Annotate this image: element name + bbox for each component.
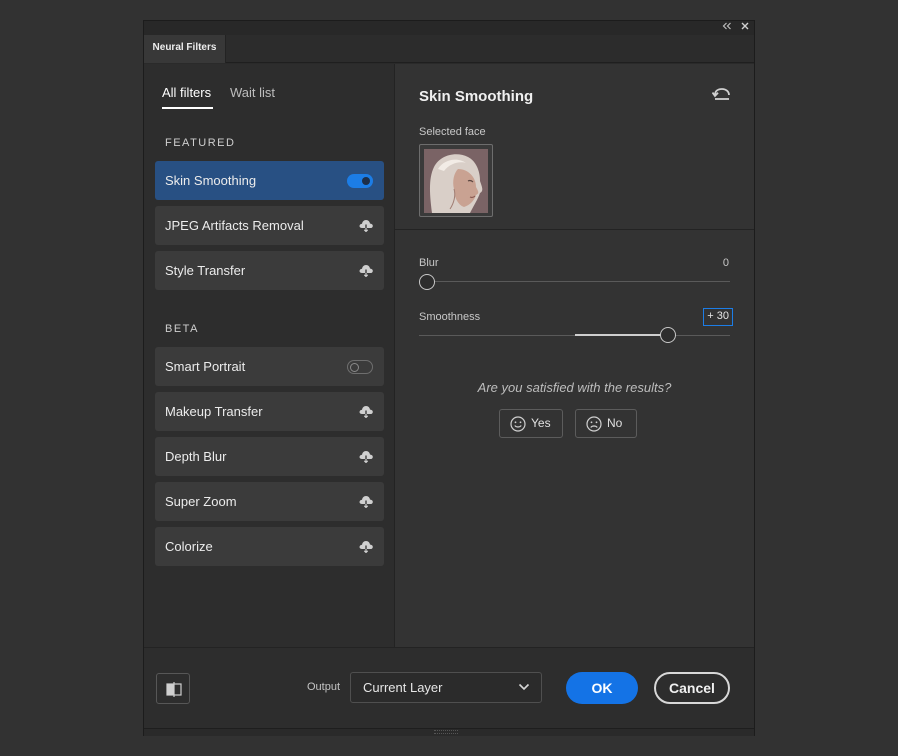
yes-label: Yes bbox=[531, 416, 551, 430]
feedback-question: Are you satisfied with the results? bbox=[477, 380, 672, 395]
skin-smoothing-toggle[interactable] bbox=[347, 174, 373, 188]
panel-tab-bar: Neural Filters bbox=[144, 35, 754, 63]
title-bar bbox=[144, 21, 754, 35]
close-icon[interactable] bbox=[738, 21, 752, 35]
feedback-yes-button[interactable]: Yes bbox=[499, 409, 563, 438]
blur-value[interactable]: 0 bbox=[723, 257, 729, 269]
dialog-footer: Output Current Layer OK Cancel bbox=[144, 647, 754, 728]
cloud-download-icon[interactable] bbox=[358, 539, 374, 553]
selected-face-thumbnail[interactable] bbox=[419, 144, 493, 217]
cloud-download-icon[interactable] bbox=[358, 218, 374, 232]
output-select[interactable]: Current Layer bbox=[350, 672, 542, 703]
cloud-download-icon[interactable] bbox=[358, 404, 374, 418]
output-label: Output bbox=[307, 681, 341, 693]
cloud-download-icon[interactable] bbox=[358, 494, 374, 508]
blur-slider-track[interactable] bbox=[419, 281, 730, 282]
filter-label: Smart Portrait bbox=[165, 359, 246, 374]
blur-slider-thumb[interactable] bbox=[419, 274, 435, 290]
section-label-featured: FEATURED bbox=[165, 137, 236, 149]
filter-label: Makeup Transfer bbox=[165, 404, 263, 419]
filter-label: Colorize bbox=[165, 539, 213, 554]
filter-label: Skin Smoothing bbox=[165, 173, 257, 188]
section-divider bbox=[395, 229, 754, 230]
filter-label: Super Zoom bbox=[165, 494, 237, 509]
filter-item-smart-portrait[interactable]: Smart Portrait bbox=[155, 347, 384, 386]
tab-wait-list[interactable]: Wait list bbox=[230, 85, 275, 100]
filter-label: Depth Blur bbox=[165, 449, 227, 464]
smoothness-value-input[interactable]: + 30 bbox=[703, 308, 733, 326]
frown-icon bbox=[586, 416, 602, 432]
face-image bbox=[424, 149, 488, 213]
filter-item-skin-smoothing[interactable]: Skin Smoothing bbox=[155, 161, 384, 200]
resize-grip[interactable] bbox=[144, 728, 754, 736]
smile-icon bbox=[510, 416, 526, 432]
filter-title: Skin Smoothing bbox=[419, 88, 534, 105]
no-label: No bbox=[607, 416, 623, 430]
section-label-beta: BETA bbox=[165, 323, 199, 335]
filter-item-super-zoom[interactable]: Super Zoom bbox=[155, 482, 384, 521]
filters-list-panel: All filters Wait list FEATURED Skin Smoo… bbox=[144, 64, 395, 647]
output-selected-value: Current Layer bbox=[363, 680, 443, 695]
filter-item-makeup-transfer[interactable]: Makeup Transfer bbox=[155, 392, 384, 431]
filter-settings-panel: Skin Smoothing Selected face Blur 0 Smoo… bbox=[395, 64, 754, 647]
reset-icon[interactable] bbox=[712, 86, 732, 104]
smoothness-slider-fill bbox=[574, 334, 668, 336]
filter-item-style-transfer[interactable]: Style Transfer bbox=[155, 251, 384, 290]
active-tab-underline bbox=[162, 107, 213, 109]
filter-item-jpeg-artifacts-removal[interactable]: JPEG Artifacts Removal bbox=[155, 206, 384, 245]
cancel-button[interactable]: Cancel bbox=[654, 672, 730, 704]
chevron-down-icon bbox=[518, 683, 530, 691]
show-original-button[interactable] bbox=[156, 673, 190, 704]
cloud-download-icon[interactable] bbox=[358, 263, 374, 277]
smart-portrait-toggle[interactable] bbox=[347, 360, 373, 374]
feedback-no-button[interactable]: No bbox=[575, 409, 637, 438]
cloud-download-icon[interactable] bbox=[358, 449, 374, 463]
filter-item-colorize[interactable]: Colorize bbox=[155, 527, 384, 566]
tab-neural-filters[interactable]: Neural Filters bbox=[144, 35, 226, 63]
neural-filters-window: Neural Filters All filters Wait list FEA… bbox=[143, 20, 755, 736]
blur-label: Blur bbox=[419, 257, 439, 269]
ok-button[interactable]: OK bbox=[566, 672, 638, 704]
filter-label: Style Transfer bbox=[165, 263, 246, 278]
smoothness-label: Smoothness bbox=[419, 311, 481, 323]
smoothness-slider-thumb[interactable] bbox=[659, 327, 676, 343]
collapse-icon[interactable] bbox=[720, 21, 734, 35]
filter-label: JPEG Artifacts Removal bbox=[165, 218, 304, 233]
selected-face-label: Selected face bbox=[419, 126, 486, 138]
tab-all-filters[interactable]: All filters bbox=[162, 85, 211, 100]
split-view-icon bbox=[166, 682, 182, 697]
filter-item-depth-blur[interactable]: Depth Blur bbox=[155, 437, 384, 476]
